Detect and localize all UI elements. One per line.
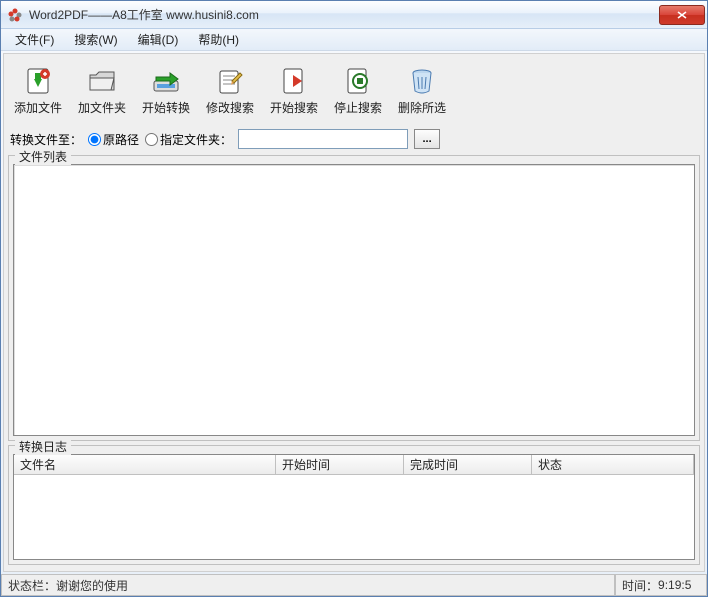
- col-status[interactable]: 状态: [532, 455, 694, 474]
- modify-search-label: 修改搜索: [206, 99, 254, 116]
- time-value: 9:19:5: [658, 578, 691, 592]
- col-start-time[interactable]: 开始时间: [276, 455, 404, 474]
- log-group: 转换日志 文件名 开始时间 完成时间 状态: [8, 445, 700, 565]
- filelist-group: 文件列表: [8, 155, 700, 441]
- toolbar: 添加文件 加文件夹 开始转换 修改搜索: [8, 58, 700, 125]
- start-search-label: 开始搜索: [270, 99, 318, 116]
- add-file-icon: [22, 65, 54, 97]
- add-folder-label: 加文件夹: [78, 99, 126, 116]
- radio-custom-path[interactable]: 指定文件夹：: [145, 131, 232, 148]
- modify-search-icon: [214, 65, 246, 97]
- output-path-row: 转换文件至： 原路径 指定文件夹： ...: [8, 125, 700, 153]
- modify-search-button[interactable]: 修改搜索: [202, 62, 258, 119]
- window-title: Word2PDF——A8工作室 www.husini8.com: [29, 6, 659, 23]
- time-label: 时间：: [622, 577, 658, 594]
- output-path-label: 转换文件至：: [10, 131, 82, 148]
- add-folder-button[interactable]: 加文件夹: [74, 62, 130, 119]
- status-main: 状态栏： 谢谢您的使用: [1, 575, 615, 596]
- start-convert-label: 开始转换: [142, 99, 190, 116]
- client-area: 添加文件 加文件夹 开始转换 修改搜索: [3, 53, 705, 572]
- menu-help[interactable]: 帮助(H): [188, 29, 249, 50]
- add-folder-icon: [86, 65, 118, 97]
- stop-search-button[interactable]: 停止搜索: [330, 62, 386, 119]
- delete-icon: [406, 65, 438, 97]
- filelist-legend: 文件列表: [15, 148, 71, 165]
- log-table: 文件名 开始时间 完成时间 状态: [13, 454, 695, 560]
- menu-edit[interactable]: 编辑(D): [128, 29, 189, 50]
- output-path-input[interactable]: [238, 129, 408, 149]
- stop-search-label: 停止搜索: [334, 99, 382, 116]
- add-file-button[interactable]: 添加文件: [10, 62, 66, 119]
- radio-original-path[interactable]: 原路径: [88, 131, 139, 148]
- delete-selected-label: 删除所选: [398, 99, 446, 116]
- start-search-icon: [278, 65, 310, 97]
- start-convert-icon: [150, 65, 182, 97]
- radio-custom-label: 指定文件夹：: [160, 131, 232, 148]
- statusbar: 状态栏： 谢谢您的使用 时间： 9:19:5: [1, 574, 707, 596]
- radio-original-label: 原路径: [103, 131, 139, 148]
- menubar: 文件(F) 搜索(W) 编辑(D) 帮助(H): [1, 29, 707, 51]
- radio-custom-input[interactable]: [145, 133, 158, 146]
- start-search-button[interactable]: 开始搜索: [266, 62, 322, 119]
- stop-search-icon: [342, 65, 374, 97]
- delete-selected-button[interactable]: 删除所选: [394, 62, 450, 119]
- close-button[interactable]: [659, 5, 705, 25]
- browse-button[interactable]: ...: [414, 129, 440, 149]
- add-file-label: 添加文件: [14, 99, 62, 116]
- start-convert-button[interactable]: 开始转换: [138, 62, 194, 119]
- menu-search[interactable]: 搜索(W): [64, 29, 127, 50]
- status-message: 谢谢您的使用: [56, 577, 128, 594]
- status-label: 状态栏：: [8, 577, 56, 594]
- radio-original-input[interactable]: [88, 133, 101, 146]
- menu-file[interactable]: 文件(F): [5, 29, 64, 50]
- log-legend: 转换日志: [15, 438, 71, 455]
- log-header: 文件名 开始时间 完成时间 状态: [14, 455, 694, 475]
- col-filename[interactable]: 文件名: [14, 455, 276, 474]
- log-body[interactable]: [14, 475, 694, 559]
- titlebar: Word2PDF——A8工作室 www.husini8.com: [1, 1, 707, 29]
- filelist-box[interactable]: [13, 164, 695, 436]
- app-icon: [7, 7, 23, 23]
- status-time: 时间： 9:19:5: [615, 575, 707, 596]
- app-window: Word2PDF——A8工作室 www.husini8.com 文件(F) 搜索…: [0, 0, 708, 597]
- col-end-time[interactable]: 完成时间: [404, 455, 532, 474]
